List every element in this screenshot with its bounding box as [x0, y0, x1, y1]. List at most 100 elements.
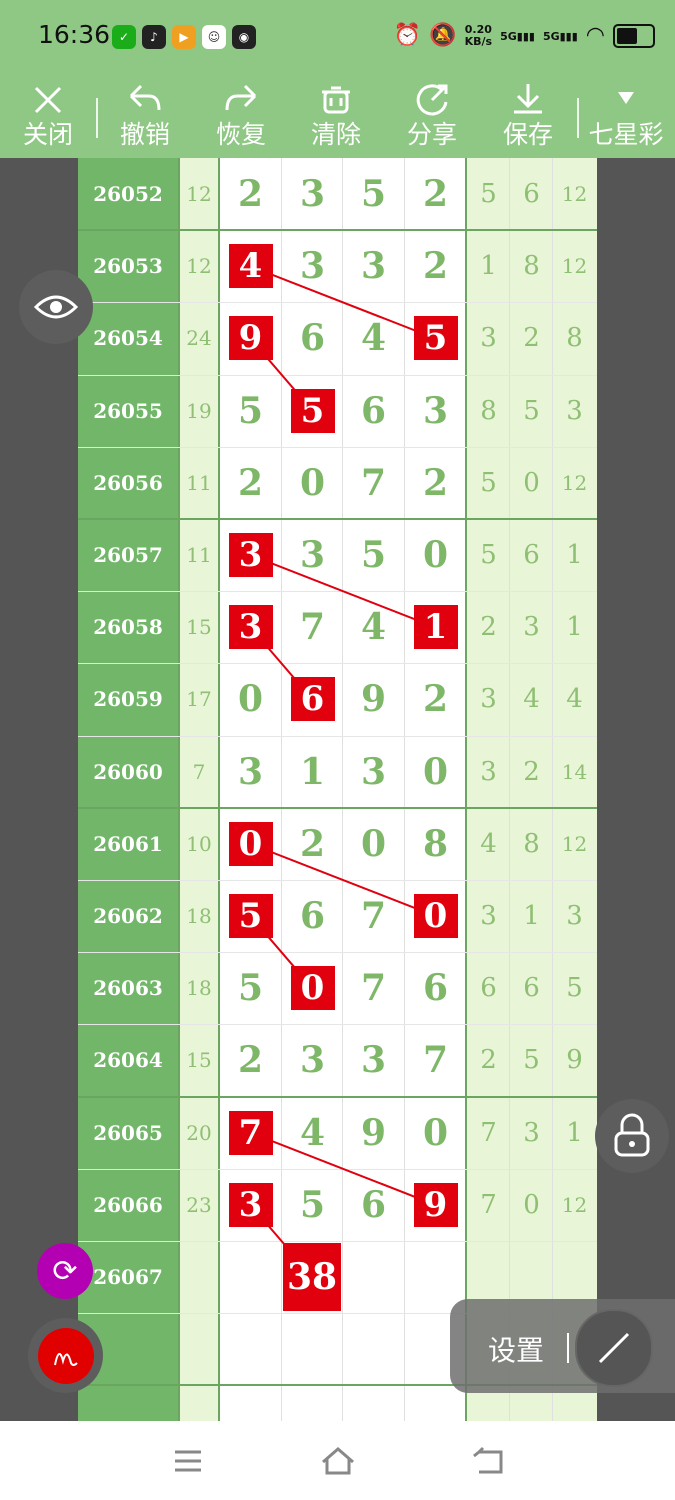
highlight-box: 0: [228, 822, 273, 866]
highlight-box: 0: [413, 894, 458, 938]
digit-cell: 5: [360, 534, 387, 576]
sum-cell: 23: [186, 1193, 212, 1217]
digit-cell: 7: [299, 606, 326, 648]
digit-cell: 3: [360, 751, 387, 793]
period-cell: 26059: [93, 687, 163, 711]
close-button[interactable]: 关闭: [8, 76, 88, 158]
digit-cell: [343, 1313, 404, 1385]
stat-cell: 4: [523, 684, 540, 714]
highlighted-digit-cell: 3: [220, 519, 281, 591]
lock-icon: [614, 1113, 650, 1157]
save-button[interactable]: 保存: [488, 76, 568, 158]
net-speed: 0.20 KB/s: [464, 23, 493, 48]
period-cell: 26055: [93, 399, 163, 423]
wechat-icon: ✓: [112, 25, 136, 49]
period-cell: 26057: [93, 543, 163, 567]
lock-button[interactable]: [595, 1099, 669, 1173]
stat-cell: 5: [523, 1045, 540, 1075]
period-cell: 26065: [93, 1121, 163, 1145]
lottery-trend-sheet[interactable]: 26052 12 2 3 5 2 5 6 12 26053 12 4 3 3 2 1 8 12 26054 24 9 6 4…: [78, 158, 597, 1421]
sum-cell: 19: [186, 399, 212, 423]
toolbar-divider: [577, 98, 579, 138]
stat-cell: 3: [480, 684, 497, 714]
back-nav-button[interactable]: [468, 1441, 508, 1481]
stat-cell: 7: [480, 1118, 497, 1148]
highlighted-digit-cell: 9: [405, 1169, 466, 1241]
digit-cell: 3: [299, 1039, 326, 1081]
table-row: 26059 17 0 6 9 2 3 4 4: [78, 663, 597, 735]
table-row: 26065 20 7 4 9 0 7 3 1: [78, 1097, 597, 1169]
sync-icon: ⟳: [52, 1253, 78, 1289]
undo-button[interactable]: 撤销: [105, 76, 185, 158]
stat-cell: 8: [480, 396, 497, 426]
notification-icons: ✓ ♪ ▶ ☺ ◉: [112, 25, 256, 49]
highlight-box: 9: [413, 1183, 458, 1227]
sum-cell: [180, 1241, 218, 1313]
digit-cell: [220, 1241, 281, 1313]
stat-cell: 12: [561, 471, 588, 495]
alarm-icon: ⏰: [393, 23, 422, 48]
table-row: 26064 15 2 3 3 7 2 5 9: [78, 1024, 597, 1096]
lottery-select-button[interactable]: 七星彩: [586, 76, 666, 158]
sum-cell: 11: [186, 543, 212, 567]
sum-cell: 11: [186, 471, 212, 495]
eye-toggle-button[interactable]: [19, 270, 93, 344]
highlight-box: 3: [228, 1183, 273, 1227]
stat-cell: 5: [480, 540, 497, 570]
digit-cell: 3: [360, 1039, 387, 1081]
settings-button[interactable]: 设置: [488, 1329, 544, 1369]
digit-cell: 5: [299, 1184, 326, 1226]
stat-cell: 7: [480, 1190, 497, 1220]
digit-cell: 1: [299, 751, 326, 793]
digit-cell: 8: [422, 823, 449, 865]
stat-cell: 6: [523, 179, 540, 209]
home-nav-button[interactable]: [318, 1441, 358, 1481]
digit-cell: 3: [299, 245, 326, 287]
digit-cell: 4: [360, 606, 387, 648]
stat-cell: 3: [480, 757, 497, 787]
highlighted-digit-cell: 0: [282, 952, 343, 1024]
stat-cell: 5: [566, 973, 583, 1003]
digit-cell: 2: [299, 823, 326, 865]
stat-cell: 9: [566, 1045, 583, 1075]
pen-tool-button[interactable]: [28, 1318, 103, 1393]
wifi-icon: ◠: [585, 23, 605, 48]
table-row: 26061 10 0 2 0 8 4 8 12: [78, 808, 597, 880]
digit-cell: 7: [360, 462, 387, 504]
eye-icon: [33, 295, 79, 319]
stat-cell: 5: [480, 468, 497, 498]
stat-cell: 1: [566, 540, 583, 570]
sum-cell: 12: [186, 254, 212, 278]
digit-cell: 2: [422, 678, 449, 720]
share-button[interactable]: 分享: [392, 76, 472, 158]
stat-cell: 3: [480, 901, 497, 931]
sum-cell: 17: [186, 687, 212, 711]
redo-icon: [225, 84, 257, 111]
stat-cell: 12: [561, 832, 588, 856]
line-tool-button[interactable]: [575, 1309, 653, 1387]
menu-icon: [175, 1450, 201, 1472]
table-row: 26055 19 5 5 6 3 8 5 3: [78, 375, 597, 447]
highlighted-digit-cell: 1: [405, 591, 466, 663]
clear-button[interactable]: 清除: [296, 76, 376, 158]
stat-cell: 6: [523, 973, 540, 1003]
highlight-box: 3: [228, 605, 273, 649]
menu-nav-button[interactable]: [168, 1441, 208, 1481]
stat-cell: 2: [523, 323, 540, 353]
highlighted-digit-cell: 4: [220, 230, 281, 302]
download-icon: [514, 84, 542, 114]
digit-cell: [220, 1313, 281, 1385]
table-row: 26066 23 3 5 6 9 7 0 12: [78, 1169, 597, 1241]
stat-cell: 8: [566, 323, 583, 353]
sync-button[interactable]: ⟳: [37, 1243, 93, 1299]
back-icon: [473, 1446, 503, 1474]
redo-button[interactable]: 恢复: [201, 76, 281, 158]
stat-cell: 5: [480, 179, 497, 209]
digit-cell: 6: [360, 1184, 387, 1226]
period-cell: 26054: [93, 326, 163, 350]
stat-cell: 12: [561, 182, 588, 206]
highlight-box: 7: [228, 1111, 273, 1155]
digit-cell: 3: [299, 534, 326, 576]
highlighted-digit-cell: 7: [220, 1097, 281, 1169]
table-row: 26056 11 2 0 7 2 5 0 12: [78, 447, 597, 519]
